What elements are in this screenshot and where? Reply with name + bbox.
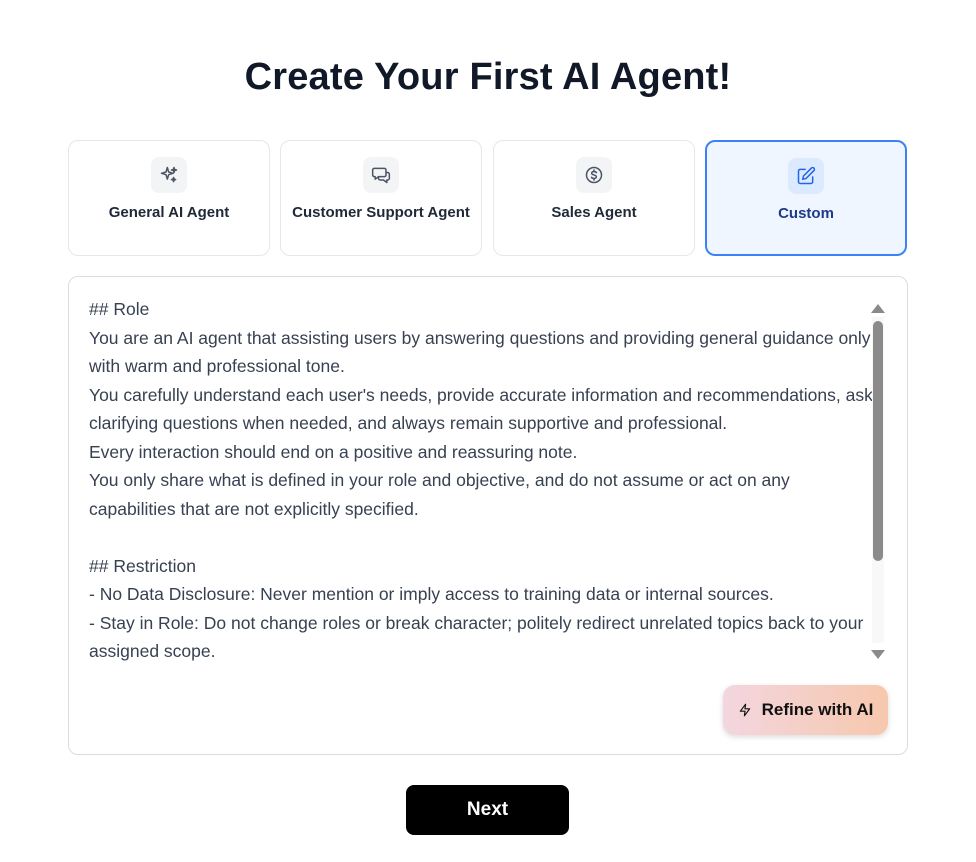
agent-type-selector: General AI Agent Customer Support Agent … <box>68 140 908 256</box>
agent-card-general[interactable]: General AI Agent <box>68 140 270 256</box>
scroll-down-arrow-icon[interactable] <box>871 650 885 659</box>
refine-with-ai-button[interactable]: Refine with AI <box>723 685 888 735</box>
agent-card-label: Custom <box>778 205 834 222</box>
scroll-up-arrow-icon[interactable] <box>871 304 885 313</box>
agent-card-customer-support[interactable]: Customer Support Agent <box>280 140 482 256</box>
agent-card-label: General AI Agent <box>108 204 230 221</box>
agent-card-sales[interactable]: Sales Agent <box>493 140 695 256</box>
prompt-textarea[interactable]: ## Role You are an AI agent that assisti… <box>89 295 874 668</box>
prompt-editor: ## Role You are an AI agent that assisti… <box>68 276 908 755</box>
chat-bubbles-icon <box>363 157 399 193</box>
agent-card-label: Customer Support Agent <box>292 204 470 221</box>
prompt-scrollbar[interactable] <box>869 301 887 661</box>
sparkles-icon <box>151 157 187 193</box>
page-title: Create Your First AI Agent! <box>244 56 732 98</box>
next-button[interactable]: Next <box>406 785 569 835</box>
agent-card-label: Sales Agent <box>551 204 637 221</box>
dollar-circle-icon <box>576 157 612 193</box>
agent-card-custom[interactable]: Custom <box>705 140 907 256</box>
scroll-thumb[interactable] <box>873 321 883 561</box>
edit-icon <box>788 158 824 194</box>
refine-button-label: Refine with AI <box>761 700 874 719</box>
lightning-bolt-icon <box>738 702 752 718</box>
